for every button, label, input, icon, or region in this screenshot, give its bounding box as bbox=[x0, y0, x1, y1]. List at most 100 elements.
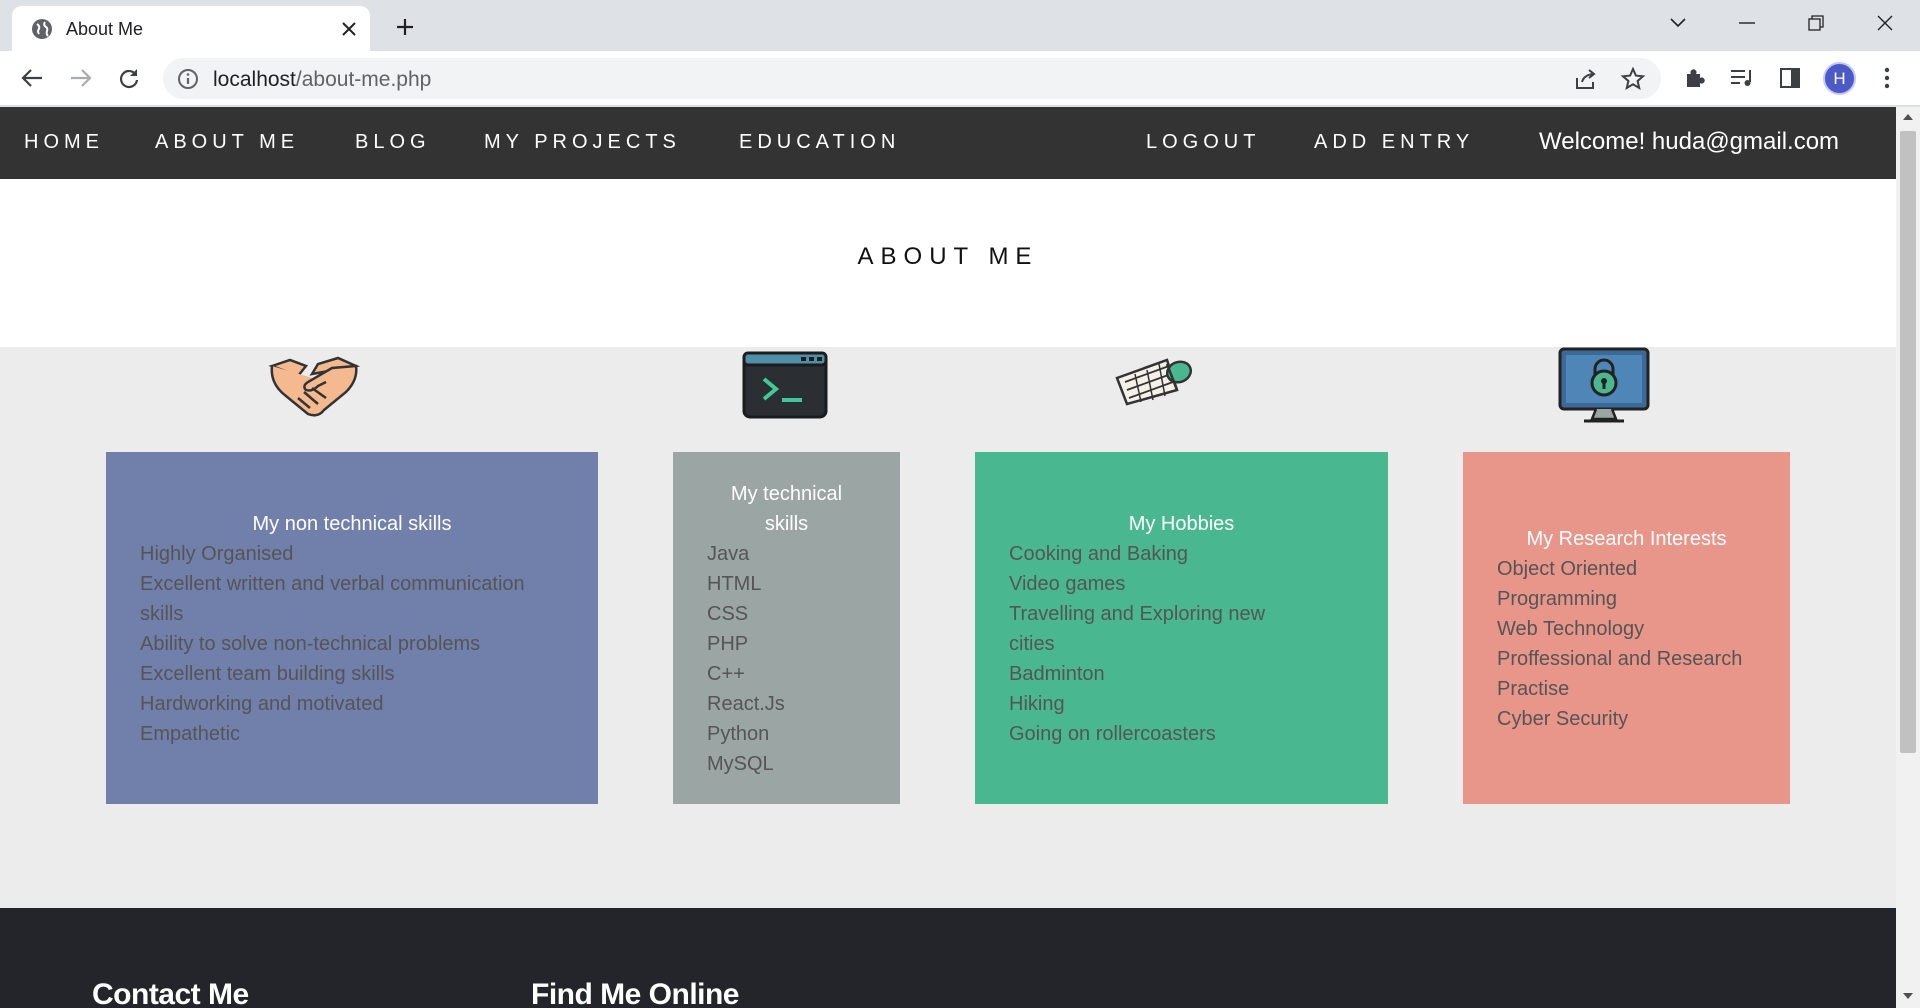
card-research-interests: My Research Interests Object Oriented Pr… bbox=[1463, 452, 1790, 804]
kebab-menu-icon bbox=[1884, 67, 1890, 89]
reload-icon bbox=[119, 69, 139, 89]
list-item: Web Technology bbox=[1497, 618, 1645, 640]
url-path: /about-me.php bbox=[295, 68, 432, 91]
card-title: My Research Interests bbox=[1526, 528, 1727, 550]
browser-tab-strip: About Me bbox=[0, 0, 1920, 51]
card-title: My technical skills bbox=[707, 479, 866, 539]
scroll-up-arrow-icon[interactable] bbox=[1903, 114, 1913, 120]
skills-list: Java HTML CSS PHP C++ React.Js Python My… bbox=[707, 539, 866, 779]
tab-search-button[interactable] bbox=[1660, 8, 1696, 38]
list-item: Java bbox=[707, 543, 750, 565]
list-item: Hiking bbox=[1009, 693, 1065, 715]
url-text: localhost/about-me.php bbox=[213, 68, 431, 92]
list-item: C++ bbox=[707, 663, 745, 685]
close-window-button[interactable] bbox=[1867, 8, 1903, 38]
browser-toolbar: localhost/about-me.php H bbox=[0, 51, 1920, 106]
list-item: cities bbox=[1009, 633, 1055, 655]
list-item: Badminton bbox=[1009, 663, 1105, 685]
minimize-button[interactable] bbox=[1729, 8, 1765, 38]
list-item: Excellent written and verbal communicati… bbox=[140, 573, 525, 595]
reload-button[interactable] bbox=[114, 63, 144, 93]
list-item: Going on rollercoasters bbox=[1009, 723, 1216, 745]
card-title-line: skills bbox=[764, 513, 809, 535]
card-technical-skills: My technical skills Java HTML CSS PHP C+… bbox=[673, 452, 900, 804]
list-item: PHP bbox=[707, 633, 749, 655]
arrow-right-icon bbox=[71, 69, 92, 87]
restore-icon bbox=[1808, 15, 1824, 31]
share-icon[interactable] bbox=[1574, 68, 1598, 90]
page-scrollbar[interactable] bbox=[1896, 107, 1920, 1008]
list-item: HTML bbox=[707, 573, 762, 595]
card-title: My Hobbies bbox=[1128, 513, 1235, 535]
profile-avatar[interactable]: H bbox=[1823, 62, 1856, 95]
new-tab-button[interactable] bbox=[390, 12, 420, 42]
playlist-icon bbox=[1731, 70, 1751, 86]
browser-menu-button[interactable] bbox=[1872, 63, 1902, 93]
card-hobbies: My Hobbies Cooking and Baking Video game… bbox=[975, 452, 1388, 804]
extensions-button[interactable] bbox=[1680, 63, 1710, 93]
minimize-icon bbox=[1739, 22, 1755, 24]
list-item: Highly Organised bbox=[140, 543, 294, 565]
list-item: MySQL bbox=[707, 753, 774, 775]
terminal-icon bbox=[742, 351, 828, 419]
puzzle-icon bbox=[1687, 69, 1705, 87]
nav-add-entry[interactable]: ADD ENTRY bbox=[1314, 131, 1474, 154]
list-item: Empathetic bbox=[140, 723, 241, 745]
info-icon[interactable] bbox=[177, 68, 199, 90]
nav-blog[interactable]: BLOG bbox=[355, 131, 431, 154]
list-item: Hardworking and motivated bbox=[140, 693, 384, 715]
side-panel-icon bbox=[1780, 68, 1800, 88]
close-icon bbox=[1877, 15, 1893, 31]
nav-education[interactable]: EDUCATION bbox=[739, 131, 900, 154]
footer-contact-heading: Contact Me bbox=[92, 978, 249, 1008]
list-item: skills bbox=[140, 603, 184, 625]
shuttlecock-icon bbox=[1115, 358, 1193, 406]
list-item: Proffessional and Research bbox=[1497, 648, 1743, 670]
list-item: React.Js bbox=[707, 693, 785, 715]
close-icon bbox=[342, 22, 356, 36]
chevron-down-icon bbox=[1670, 18, 1686, 28]
forward-button[interactable] bbox=[66, 63, 96, 93]
list-item: Video games bbox=[1009, 573, 1126, 595]
address-bar[interactable]: localhost/about-me.php bbox=[163, 58, 1661, 99]
nav-home[interactable]: HOME bbox=[24, 131, 104, 154]
list-item: Programming bbox=[1497, 588, 1618, 610]
list-item: Object Oriented bbox=[1497, 558, 1638, 580]
browser-tab[interactable]: About Me bbox=[12, 6, 370, 51]
list-item: Ability to solve non-technical problems bbox=[140, 633, 481, 655]
welcome-message: Welcome! huda@gmail.com bbox=[1539, 128, 1840, 155]
nav-my-projects[interactable]: MY PROJECTS bbox=[484, 131, 681, 154]
list-item: Cyber Security bbox=[1497, 708, 1629, 730]
list-item: Practise bbox=[1497, 678, 1570, 700]
skills-list: Highly Organised Excellent written and v… bbox=[140, 539, 564, 749]
page-header: ABOUT ME bbox=[0, 179, 1896, 347]
site-navbar: HOME ABOUT ME BLOG MY PROJECTS EDUCATION… bbox=[0, 107, 1896, 179]
tab-title: About Me bbox=[66, 19, 144, 39]
star-icon[interactable] bbox=[1621, 67, 1645, 91]
scroll-down-arrow-icon[interactable] bbox=[1903, 993, 1913, 999]
page-title: ABOUT ME bbox=[857, 243, 1039, 270]
media-control-button[interactable] bbox=[1727, 63, 1757, 93]
card-non-technical-skills: My non technical skills Highly Organised… bbox=[106, 452, 598, 804]
page-viewport: HOME ABOUT ME BLOG MY PROJECTS EDUCATION… bbox=[0, 107, 1896, 1008]
plus-icon bbox=[397, 19, 413, 35]
card-title-line: My technical bbox=[730, 483, 843, 505]
scroll-thumb[interactable] bbox=[1900, 131, 1916, 753]
tab-close-button[interactable] bbox=[336, 16, 362, 42]
interests-list: Object Oriented Programming Web Technolo… bbox=[1497, 554, 1756, 734]
nav-about-me[interactable]: ABOUT ME bbox=[155, 131, 299, 154]
side-panel-button[interactable] bbox=[1775, 63, 1805, 93]
card-title: My non technical skills bbox=[252, 513, 452, 535]
footer-online-heading: Find Me Online bbox=[531, 978, 740, 1008]
site-footer: Contact Me Find Me Online bbox=[0, 908, 1896, 1008]
nav-logout[interactable]: LOGOUT bbox=[1146, 131, 1260, 154]
list-item: Travelling and Exploring new bbox=[1009, 603, 1266, 625]
locked-monitor-icon bbox=[1558, 347, 1650, 423]
back-button[interactable] bbox=[17, 63, 47, 93]
list-item: Python bbox=[707, 723, 770, 745]
hobbies-list: Cooking and Baking Video games Travellin… bbox=[1009, 539, 1354, 749]
restore-button[interactable] bbox=[1798, 8, 1834, 38]
list-item: Cooking and Baking bbox=[1009, 543, 1189, 565]
globe-icon bbox=[32, 19, 52, 39]
url-host: localhost bbox=[213, 68, 296, 91]
